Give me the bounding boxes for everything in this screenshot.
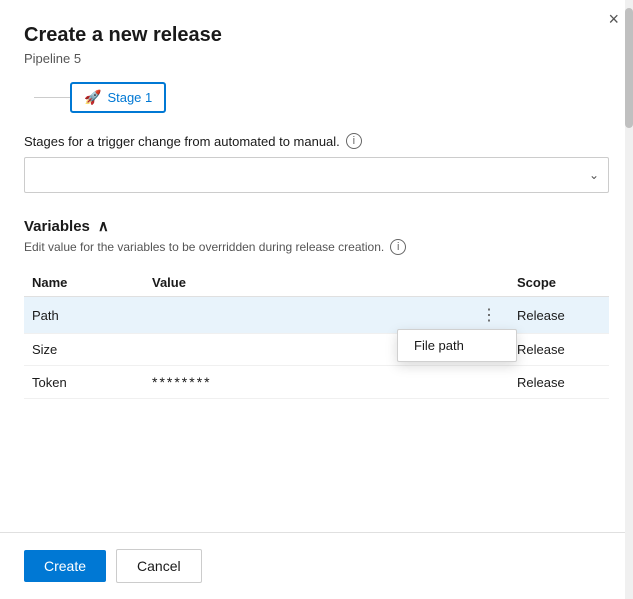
stage-icon: 🚀 <box>84 89 101 106</box>
stage-line <box>34 97 70 98</box>
scrollbar-track[interactable] <box>625 0 633 599</box>
row-value-token[interactable]: ******** <box>144 366 469 399</box>
col-header-name: Name <box>24 269 144 297</box>
stage-dropdown[interactable] <box>24 157 609 193</box>
dialog-footer: Create Cancel <box>0 532 633 599</box>
dialog-body: Create a new release Pipeline 5 🚀 Stage … <box>0 0 633 532</box>
row-name-path: Path <box>24 297 144 334</box>
context-menu: File path <box>397 329 517 362</box>
table-header: Name Value Scope <box>24 269 609 297</box>
trigger-info-icon[interactable]: i <box>346 133 362 149</box>
row-scope-size: Release <box>509 334 609 366</box>
password-value: ******** <box>152 374 212 390</box>
context-menu-wrapper: ⋮ File path <box>477 305 501 325</box>
variables-header: Variables ∧ <box>24 217 609 235</box>
variables-table: Name Value Scope Path ⋮ <box>24 269 609 399</box>
create-button[interactable]: Create <box>24 550 106 582</box>
variables-title: Variables <box>24 218 90 235</box>
context-menu-item-filepath[interactable]: File path <box>398 330 516 361</box>
stage-area: 🚀 Stage 1 <box>24 82 609 113</box>
more-options-button[interactable]: ⋮ <box>477 305 501 326</box>
row-actions-token <box>469 366 509 399</box>
variables-desc: Edit value for the variables to be overr… <box>24 239 609 255</box>
variables-section: Variables ∧ Edit value for the variables… <box>24 217 609 399</box>
row-name-size: Size <box>24 334 144 366</box>
col-header-actions <box>469 269 509 297</box>
table-row: Path ⋮ File path Release <box>24 297 609 334</box>
close-button[interactable]: × <box>608 10 619 28</box>
table-body: Path ⋮ File path Release <box>24 297 609 399</box>
create-release-dialog: × Create a new release Pipeline 5 🚀 Stag… <box>0 0 633 599</box>
stage-box[interactable]: 🚀 Stage 1 <box>70 82 166 113</box>
dialog-title: Create a new release <box>24 24 609 47</box>
row-actions-path: ⋮ File path <box>469 297 509 334</box>
variables-info-icon[interactable]: i <box>390 239 406 255</box>
row-value-path[interactable] <box>144 297 469 334</box>
table-row: Token ******** Release <box>24 366 609 399</box>
stage-label: Stage 1 <box>107 90 152 105</box>
row-name-token: Token <box>24 366 144 399</box>
col-header-scope: Scope <box>509 269 609 297</box>
scrollbar-thumb[interactable] <box>625 8 633 128</box>
stage-dropdown-wrapper: ⌄ <box>24 157 609 193</box>
row-scope-path: Release <box>509 297 609 334</box>
collapse-icon[interactable]: ∧ <box>98 217 109 235</box>
row-scope-token: Release <box>509 366 609 399</box>
col-header-value: Value <box>144 269 469 297</box>
pipeline-label: Pipeline 5 <box>24 51 609 66</box>
table-row: Size Release <box>24 334 609 366</box>
cancel-button[interactable]: Cancel <box>116 549 202 583</box>
trigger-description: Stages for a trigger change from automat… <box>24 133 609 149</box>
